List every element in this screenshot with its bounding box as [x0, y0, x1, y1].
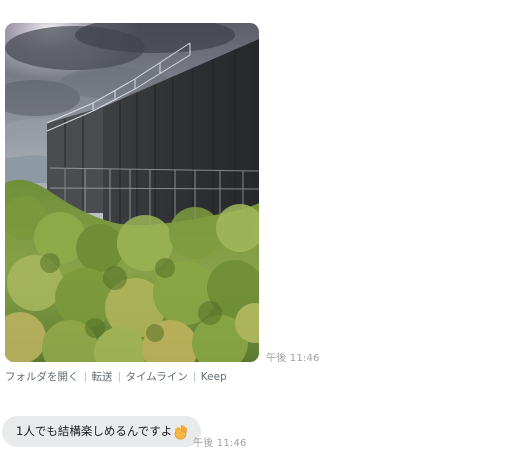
photo-actions: フォルダを開く 転送 タイムライン Keep: [5, 369, 227, 384]
action-divider: [118, 371, 120, 382]
keep-link[interactable]: Keep: [201, 371, 227, 383]
forward-link[interactable]: 転送: [92, 369, 113, 384]
text-message-bubble[interactable]: 1人でも結構楽しめるんですよ: [2, 416, 202, 447]
ok-hand-icon: [173, 424, 188, 440]
timeline-link[interactable]: タイムライン: [126, 369, 188, 384]
open-folder-link[interactable]: フォルダを開く: [5, 369, 79, 384]
photo-timestamp: 午後 11:46: [266, 353, 320, 364]
chat-view: 午後 11:46 フォルダを開く 転送 タイムライン Keep 1人でも結構楽し…: [0, 0, 515, 467]
photo-image[interactable]: [5, 23, 259, 362]
action-divider: [84, 371, 86, 382]
photo-message[interactable]: [5, 23, 259, 362]
message-text: 1人でも結構楽しめるんですよ: [16, 423, 173, 438]
message-timestamp: 午後 11:46: [193, 438, 247, 449]
action-divider: [193, 371, 195, 382]
